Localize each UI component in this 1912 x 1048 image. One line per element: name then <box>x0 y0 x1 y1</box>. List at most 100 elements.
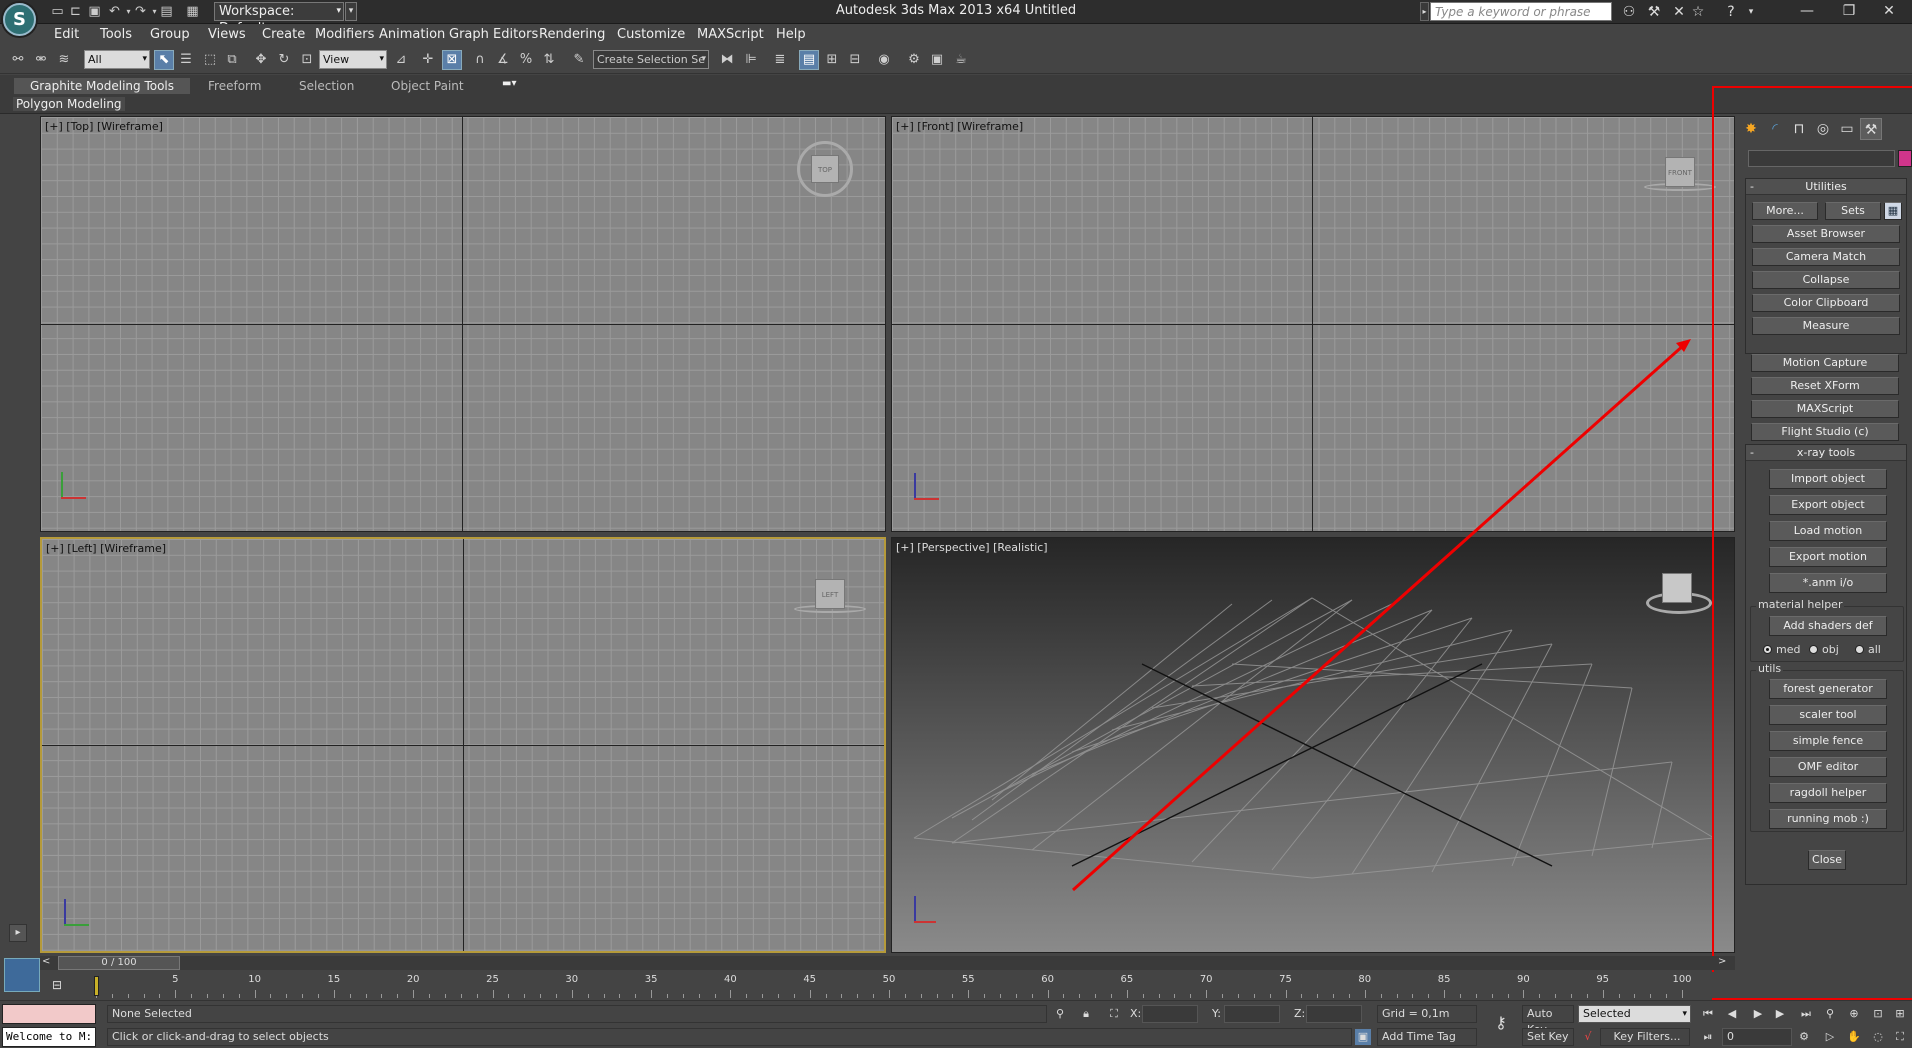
utils-group: utils forest generator scaler tool simpl… <box>1750 662 1904 832</box>
radio-obj[interactable]: obj <box>1809 643 1839 656</box>
load-motion-button[interactable]: Load motion <box>1769 521 1887 541</box>
create-icon[interactable]: ✸ <box>1740 118 1762 140</box>
track-bar-tick <box>1428 994 1430 998</box>
next-frame-icon[interactable]: ▶ <box>1772 1006 1788 1022</box>
simple-fence-button[interactable]: simple fence <box>1769 731 1887 751</box>
measure-button[interactable]: Measure <box>1752 317 1900 335</box>
orbit-icon[interactable]: ◌ <box>1870 1029 1886 1045</box>
maxscript-listener-input[interactable]: Welcome to M: <box>2 1027 96 1047</box>
track-bar-tick <box>698 994 700 998</box>
motion-capture-button[interactable]: Motion Capture <box>1751 354 1899 372</box>
track-bar-tick <box>270 994 272 998</box>
configure-button-sets-icon[interactable]: ▦ <box>1884 202 1902 220</box>
omf-editor-button[interactable]: OMF editor <box>1769 757 1887 777</box>
x-coord-field[interactable] <box>1142 1005 1198 1023</box>
more-button[interactable]: More... <box>1752 202 1818 220</box>
y-coord-field[interactable] <box>1224 1005 1280 1023</box>
play-icon[interactable]: ▶ <box>1750 1006 1766 1022</box>
track-bar-tick <box>1063 994 1065 998</box>
field-of-view-icon[interactable]: ▷ <box>1822 1029 1838 1045</box>
track-bar-tick-label: 50 <box>882 974 896 985</box>
radio-all[interactable]: all <box>1855 643 1881 656</box>
zoom-all-icon[interactable]: ⊕ <box>1846 1006 1862 1022</box>
track-bar-tick <box>603 994 605 998</box>
sets-button[interactable]: Sets <box>1825 202 1881 220</box>
maximize-viewport-icon[interactable]: ⛶ <box>1892 1029 1908 1045</box>
selection-lock-icon[interactable]: 🔒︎ <box>1078 1006 1094 1022</box>
key-mode-dropdown[interactable]: Selected ▾ <box>1578 1005 1691 1023</box>
radio-unselected-icon <box>1855 645 1864 654</box>
utilities-rollout-header[interactable]: - Utilities <box>1746 179 1906 195</box>
zoom-extents-icon[interactable]: ⊡ <box>1870 1006 1886 1022</box>
track-bar-tick <box>936 994 938 998</box>
pan-view-icon[interactable]: ✋ <box>1846 1029 1862 1045</box>
absolute-mode-icon[interactable]: ⛶ <box>1106 1006 1122 1022</box>
current-frame-field[interactable]: 0 <box>1722 1028 1792 1046</box>
track-bar-tick <box>920 994 922 998</box>
time-configuration-icon[interactable]: ⚙ <box>1796 1029 1812 1045</box>
zoom-icon[interactable]: ⚲ <box>1822 1006 1838 1022</box>
set-key-button[interactable]: Set Key <box>1522 1028 1574 1046</box>
annotation-arrow <box>1072 339 1691 892</box>
maxscript-button[interactable]: MAXScript <box>1751 400 1899 418</box>
import-object-button[interactable]: Import object <box>1769 469 1887 489</box>
ragdoll-helper-button[interactable]: ragdoll helper <box>1769 783 1887 803</box>
utilities-rollout: - Utilities More... Sets ▦ Asset Browser … <box>1745 178 1907 354</box>
radio-all-label: all <box>1868 643 1881 656</box>
reset-xform-button[interactable]: Reset XForm <box>1751 377 1899 395</box>
prev-frame-arrow-icon[interactable]: < <box>42 956 50 967</box>
asset-browser-button[interactable]: Asset Browser <box>1752 225 1900 243</box>
go-to-start-icon[interactable]: ⏮ <box>1700 1006 1716 1022</box>
viewport-layout-icon[interactable] <box>4 958 40 992</box>
display-icon[interactable]: ▭ <box>1836 118 1858 140</box>
export-object-button[interactable]: Export object <box>1769 495 1887 515</box>
track-bar-tick <box>1126 990 1128 998</box>
track-bar-tick <box>1269 994 1271 998</box>
close-button[interactable]: Close <box>1808 850 1846 870</box>
forest-generator-button[interactable]: forest generator <box>1769 679 1887 699</box>
key-mode-toggle-icon[interactable]: ⏯ <box>1700 1029 1716 1045</box>
key-filters-button[interactable]: Key Filters... <box>1600 1028 1690 1046</box>
go-to-end-icon[interactable]: ⏭ <box>1798 1006 1814 1022</box>
radio-med[interactable]: med <box>1763 643 1800 656</box>
collapse-button[interactable]: Collapse <box>1752 271 1900 289</box>
running-mob-button[interactable]: running mob :) <box>1769 809 1887 829</box>
color-clipboard-button[interactable]: Color Clipboard <box>1752 294 1900 312</box>
set-keys-key-icon[interactable]: ⚷ <box>1490 1015 1512 1031</box>
track-bar-tick <box>746 994 748 998</box>
add-shaders-def-button[interactable]: Add shaders def <box>1769 616 1887 636</box>
current-frame-marker[interactable] <box>94 976 99 996</box>
time-slider[interactable]: < 0 / 100 > <box>40 956 1735 970</box>
track-bar-tick <box>1475 994 1477 998</box>
track-bar[interactable]: 5 10 15 20 25 30 35 40 45 50 55 60 65 70 75 80 85 90 95 100 <box>92 972 1735 998</box>
anm-io-button[interactable]: *.anm i/o <box>1769 573 1887 593</box>
next-frame-arrow-icon[interactable]: > <box>1718 956 1726 967</box>
track-bar-tick-label: 100 <box>1672 974 1692 985</box>
track-bar-tick <box>492 990 494 998</box>
add-time-tag-button[interactable]: Add Time Tag <box>1377 1028 1477 1046</box>
app-logo-icon[interactable]: S <box>3 3 36 36</box>
time-tag-icon[interactable]: ▣ <box>1355 1029 1371 1045</box>
grid-spacing: Grid = 0,1m <box>1377 1005 1477 1023</box>
isolate-selection-icon[interactable]: ⚲ <box>1052 1006 1068 1022</box>
flight-studio-button[interactable]: Flight Studio (c) <box>1751 423 1899 441</box>
hierarchy-icon[interactable]: ⊓ <box>1788 118 1810 140</box>
modify-icon[interactable]: ◜ <box>1764 118 1786 140</box>
scaler-tool-button[interactable]: scaler tool <box>1769 705 1887 725</box>
z-coord-field[interactable] <box>1306 1005 1362 1023</box>
track-bar-tick-label: 85 <box>1437 974 1451 985</box>
camera-match-button[interactable]: Camera Match <box>1752 248 1900 266</box>
zoom-extents-all-icon[interactable]: ⊞ <box>1892 1006 1908 1022</box>
xray-tools-rollout-header[interactable]: - x-ray tools <box>1746 445 1906 461</box>
time-slider-thumb[interactable]: 0 / 100 <box>58 956 180 970</box>
default-in-out-tangents-icon[interactable]: √ <box>1580 1029 1596 1045</box>
object-name-field[interactable] <box>1748 150 1895 167</box>
motion-icon[interactable]: ◎ <box>1812 118 1834 140</box>
mini-curve-editor-icon[interactable]: ⊟ <box>52 978 70 994</box>
maxscript-listener-top[interactable] <box>2 1004 96 1024</box>
previous-frame-icon[interactable]: ◀ <box>1724 1006 1740 1022</box>
utilities-icon[interactable]: ⚒ <box>1860 118 1882 140</box>
auto-key-button[interactable]: Auto Key <box>1522 1005 1574 1036</box>
export-motion-button[interactable]: Export motion <box>1769 547 1887 567</box>
object-color-swatch[interactable] <box>1898 150 1912 167</box>
